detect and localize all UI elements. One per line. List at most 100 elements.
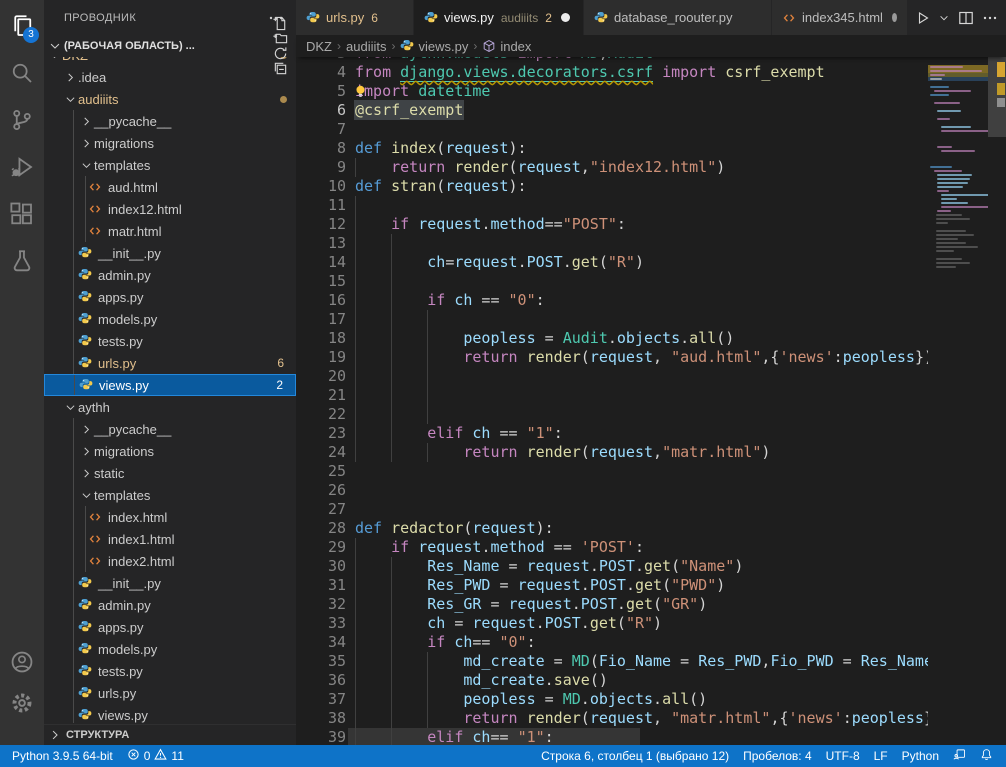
line-number: 10 bbox=[296, 177, 346, 196]
tree-item-templates[interactable]: templates bbox=[44, 154, 296, 176]
tree-item-urls-py[interactable]: urls.py6 bbox=[44, 352, 296, 374]
chevron-down-icon bbox=[48, 57, 62, 62]
python-interpreter-status[interactable]: Python 3.9.5 64-bit bbox=[5, 745, 120, 767]
code-line-4: 4from django.views.decorators.csrf impor… bbox=[296, 63, 928, 82]
tab-views-py[interactable]: views.pyaudiiits2 bbox=[414, 0, 584, 35]
tree-item-dkz[interactable]: DKZ bbox=[44, 57, 296, 66]
status-python[interactable]: Python bbox=[895, 745, 946, 767]
chevron-down-icon bbox=[64, 401, 78, 414]
editor-scrollbar[interactable] bbox=[988, 0, 1006, 745]
indent-guide bbox=[73, 594, 74, 616]
tree-item-apps-py[interactable]: apps.py bbox=[44, 616, 296, 638]
code-text: peopless = Audit.objects.all() bbox=[355, 329, 734, 348]
activity-testing-icon[interactable] bbox=[0, 239, 44, 283]
indent-guide bbox=[355, 405, 356, 424]
dirty-indicator bbox=[892, 13, 897, 22]
activity-source-control-icon[interactable] bbox=[0, 98, 44, 142]
code-area[interactable]: 3from aythh.models import MD,Audit4from … bbox=[296, 0, 928, 745]
tree-item-label: templates bbox=[94, 158, 150, 173]
activity-debug-icon[interactable] bbox=[0, 145, 44, 189]
indent-guide bbox=[73, 132, 74, 154]
tree-item-audiiits[interactable]: audiiits bbox=[44, 88, 296, 110]
code-line-34: 34 if ch== "0": bbox=[296, 633, 928, 652]
breadcrumb-separator: › bbox=[337, 39, 341, 53]
tree-item-index12-html[interactable]: index12.html bbox=[44, 198, 296, 220]
breadcrumb-item-audiiits[interactable]: audiiits bbox=[346, 39, 386, 54]
tree-item-tests-py[interactable]: tests.py bbox=[44, 330, 296, 352]
tree-item-tests-py[interactable]: tests.py bbox=[44, 660, 296, 682]
status-пробелов-[interactable]: Пробелов: 4 bbox=[736, 745, 819, 767]
activity-files-icon[interactable]: 3 bbox=[0, 4, 44, 48]
code-text: peopless = MD.objects.all() bbox=[355, 690, 707, 709]
tree-item-index-html[interactable]: index.html bbox=[44, 506, 296, 528]
chevron-down-button[interactable] bbox=[936, 10, 952, 26]
breadcrumb-item-dkz[interactable]: DKZ bbox=[306, 39, 332, 54]
tree-item-models-py[interactable]: models.py bbox=[44, 308, 296, 330]
tree-item-matr-html[interactable]: matr.html bbox=[44, 220, 296, 242]
tree-item--pycache-[interactable]: __pycache__ bbox=[44, 418, 296, 440]
code-line-38: 38 return render(request, "matr.html",{'… bbox=[296, 709, 928, 728]
split-editor-button[interactable] bbox=[956, 8, 976, 28]
minimap-line bbox=[937, 110, 961, 112]
bell-status[interactable] bbox=[973, 745, 1000, 767]
activity-extensions-icon[interactable] bbox=[0, 192, 44, 236]
code-line-32: 32 Res_GR = request.POST.get("GR") bbox=[296, 595, 928, 614]
activity-search-icon[interactable] bbox=[0, 51, 44, 95]
indent-guide bbox=[73, 616, 74, 638]
tree-item-aud-html[interactable]: aud.html bbox=[44, 176, 296, 198]
code-line-23: 23 elif ch == "1": bbox=[296, 424, 928, 443]
tab-problems-badge: 2 bbox=[545, 11, 552, 25]
status-label: Пробелов: 4 bbox=[743, 749, 812, 763]
lightbulb-icon[interactable] bbox=[353, 84, 368, 99]
tree-item-admin-py[interactable]: admin.py bbox=[44, 264, 296, 286]
more-actions-button[interactable] bbox=[980, 8, 1000, 28]
line-number: 5 bbox=[296, 82, 346, 101]
tree-item--init-py[interactable]: __init__.py bbox=[44, 242, 296, 264]
tree-item-templates[interactable]: templates bbox=[44, 484, 296, 506]
run-button[interactable] bbox=[912, 8, 932, 28]
tree-item-aythh[interactable]: aythh bbox=[44, 396, 296, 418]
code-line-21: 21 bbox=[296, 386, 928, 405]
status-строка[interactable]: Строка 6, столбец 1 (выбрано 12) bbox=[534, 745, 736, 767]
tree-item-admin-py[interactable]: admin.py bbox=[44, 594, 296, 616]
problems-status[interactable]: 011 bbox=[120, 745, 191, 767]
status-utf-8[interactable]: UTF-8 bbox=[819, 745, 867, 767]
code-line-10: 10def stran(request): bbox=[296, 177, 928, 196]
minimap[interactable] bbox=[928, 0, 988, 745]
tab-index345-html[interactable]: index345.html bbox=[772, 0, 908, 35]
tab-database-roouter-py[interactable]: database_roouter.py bbox=[584, 0, 772, 35]
activity-settings-icon[interactable] bbox=[0, 681, 44, 725]
tree-item-static[interactable]: static bbox=[44, 462, 296, 484]
workspace-actions bbox=[264, 16, 288, 76]
tree-item-apps-py[interactable]: apps.py bbox=[44, 286, 296, 308]
breadcrumb-item-views-py[interactable]: views.py bbox=[400, 39, 468, 54]
tree-item-views-py[interactable]: views.py bbox=[44, 704, 296, 723]
tree-item-index1-html[interactable]: index1.html bbox=[44, 528, 296, 550]
activity-account-icon[interactable] bbox=[0, 640, 44, 684]
feedback-status[interactable] bbox=[946, 745, 973, 767]
status-lf[interactable]: LF bbox=[867, 745, 895, 767]
tree-item-label: migrations bbox=[94, 136, 154, 151]
dirty-indicator bbox=[561, 13, 570, 22]
tree-item-migrations[interactable]: migrations bbox=[44, 132, 296, 154]
breadcrumb-item-index[interactable]: index bbox=[482, 39, 531, 54]
tab-urls-py[interactable]: urls.py6 bbox=[296, 0, 414, 35]
tree-item-urls-py[interactable]: urls.py bbox=[44, 682, 296, 704]
minimap-line bbox=[941, 206, 988, 208]
tree-item--pycache-[interactable]: __pycache__ bbox=[44, 110, 296, 132]
code-line-16: 16 if ch == "0": bbox=[296, 291, 928, 310]
tree-item-index2-html[interactable]: index2.html bbox=[44, 550, 296, 572]
tree-item-models-py[interactable]: models.py bbox=[44, 638, 296, 660]
code-line-25: 25 bbox=[296, 462, 928, 481]
line-number: 33 bbox=[296, 614, 346, 633]
tree-item--idea[interactable]: .idea bbox=[44, 66, 296, 88]
workspace-section-header[interactable]: (РАБОЧАЯ ОБЛАСТЬ) ... bbox=[44, 35, 296, 57]
tree-item--init-py[interactable]: __init__.py bbox=[44, 572, 296, 594]
tree-item-migrations[interactable]: migrations bbox=[44, 440, 296, 462]
outline-section-header[interactable]: СТРУКТУРА bbox=[44, 724, 296, 745]
indent-guide bbox=[73, 308, 74, 330]
tree-item-views-py[interactable]: views.py2 bbox=[44, 374, 296, 396]
line-number: 7 bbox=[296, 120, 346, 139]
tree-item-label: index1.html bbox=[108, 532, 174, 547]
code-line-11: 11 bbox=[296, 196, 928, 215]
